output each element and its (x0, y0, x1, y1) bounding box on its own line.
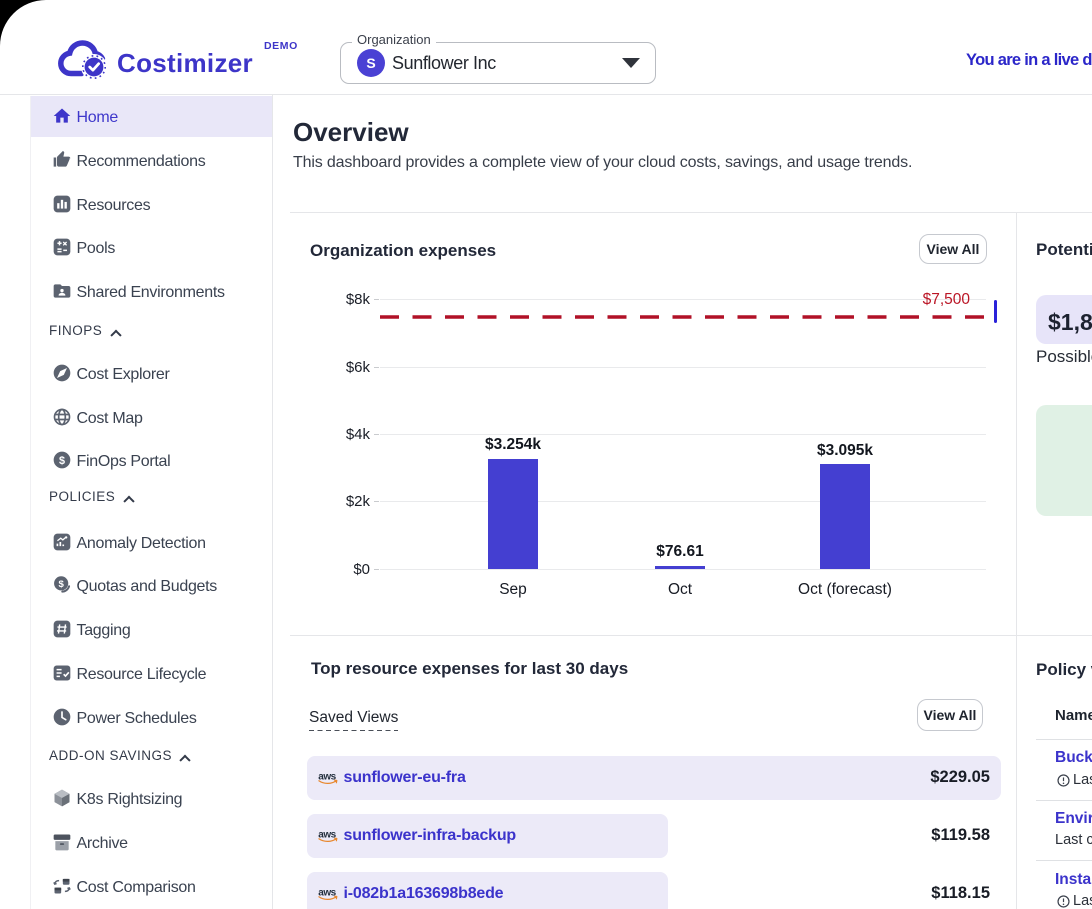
svg-text:aws: aws (318, 830, 336, 841)
svg-text:$: $ (59, 579, 65, 590)
svg-text:$: $ (59, 455, 65, 467)
svg-text:aws: aws (318, 772, 336, 783)
svg-text:aws: aws (318, 888, 336, 899)
